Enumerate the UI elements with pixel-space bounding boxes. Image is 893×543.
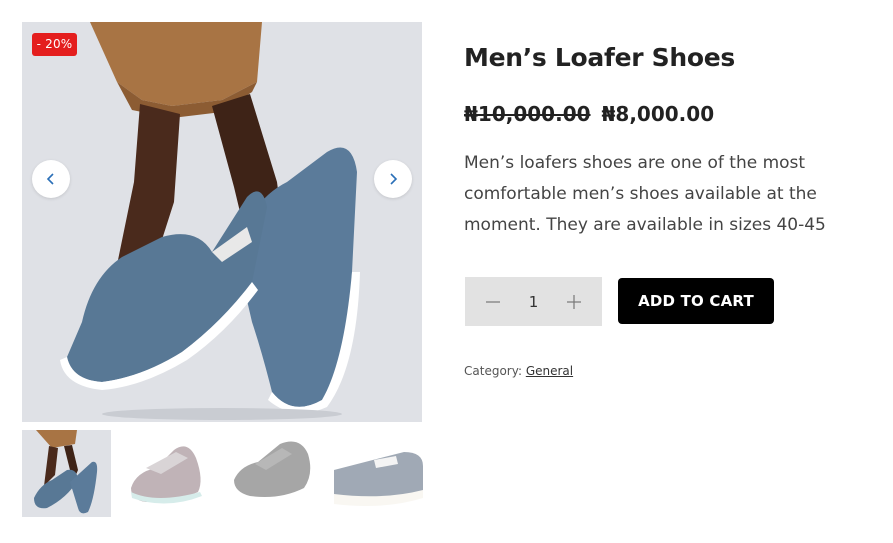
thumbnail-image [334,430,423,517]
thumbnail-2[interactable] [126,430,215,517]
thumbnail-3[interactable] [230,430,319,517]
chevron-left-icon [46,173,54,185]
loafer-feet-illustration [22,22,422,422]
category-link[interactable]: General [526,364,573,378]
next-image-button[interactable] [374,160,412,198]
category-label: Category: [464,364,522,378]
previous-image-button[interactable] [32,160,70,198]
thumbnail-image [126,430,215,517]
product-price: ₦10,000.00 ₦8,000.00 [464,102,714,126]
thumbnail-strip [22,430,423,517]
thumbnail-image [22,430,111,517]
increase-quantity-button[interactable] [560,288,588,316]
sale-badge: - 20% [32,33,77,56]
product-description: Men’s loafers shoes are one of the most … [464,153,826,235]
plus-icon [567,294,581,309]
thumbnail-4[interactable] [334,430,423,517]
quantity-stepper [465,277,602,326]
thumbnail-image [230,430,319,517]
main-product-image[interactable] [22,22,422,422]
decrease-quantity-button[interactable] [479,288,507,316]
product-meta: Category: General [464,364,573,378]
regular-price: ₦10,000.00 [464,102,591,126]
chevron-right-icon [390,173,398,185]
product-title: Men’s Loafer Shoes [464,43,735,72]
sale-price: ₦8,000.00 [601,102,715,126]
thumbnail-1[interactable] [22,430,111,517]
add-to-cart-button[interactable]: ADD TO CART [618,278,774,324]
quantity-input[interactable] [518,292,549,311]
minus-icon [486,300,500,303]
